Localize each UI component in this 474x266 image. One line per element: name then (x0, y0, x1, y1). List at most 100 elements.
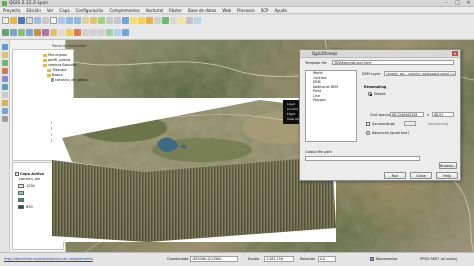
zoom-next-icon[interactable] (114, 17, 121, 24)
add-postgis-icon[interactable] (18, 29, 25, 36)
pan-map-icon[interactable] (50, 17, 57, 24)
delete-feature-icon[interactable] (74, 29, 81, 36)
print-composer-icon[interactable] (34, 17, 41, 24)
add-raster-icon-side[interactable] (2, 52, 8, 58)
add-mssql-icon[interactable] (2, 68, 8, 74)
identify-icon[interactable] (130, 17, 137, 24)
copy-icon[interactable] (90, 29, 97, 36)
zoom-last-icon[interactable] (106, 17, 113, 24)
template-select[interactable]: 3DViewer(dat-gui).html (332, 60, 454, 65)
add-csv-icon[interactable] (2, 60, 8, 66)
zoom-out-icon[interactable] (74, 17, 81, 24)
menu-proyecto[interactable]: Proyecto (0, 7, 23, 13)
label-icon[interactable] (106, 29, 113, 36)
settings-page-list[interactable]: World Controls DEM Additional DEM Point … (305, 70, 357, 142)
python-console-icon[interactable] (114, 29, 121, 36)
legend-swatch (18, 191, 24, 195)
render-checkbox[interactable] (370, 257, 374, 261)
add-delimited-icon[interactable] (2, 100, 8, 106)
add-spatialite-icon[interactable] (26, 29, 33, 36)
close-button[interactable]: Close (410, 172, 432, 179)
legend-entry (18, 197, 26, 203)
rotation-field[interactable]: 0.0 (318, 256, 336, 262)
menu-web[interactable]: Web (219, 7, 234, 13)
group-checkbox[interactable] (15, 172, 19, 176)
scale-field[interactable]: 1:265,156 (264, 256, 294, 262)
menu-vectorial[interactable]: Vectorial (143, 7, 166, 13)
add-layer-icon[interactable] (2, 44, 8, 50)
menu-procesos[interactable]: Procesos (234, 7, 258, 13)
paste-icon[interactable] (98, 29, 105, 36)
edit-toggle-icon[interactable] (58, 29, 65, 36)
zoom-layer-icon[interactable] (90, 17, 97, 24)
open-project-icon[interactable] (10, 17, 17, 24)
page-polygon[interactable]: Polygon (306, 98, 356, 103)
grid-spacing-y-input[interactable]: 68.03 (432, 112, 454, 117)
composer-manager-icon[interactable] (42, 17, 49, 24)
add-raster-icon[interactable] (10, 29, 17, 36)
menu-edicion[interactable]: Edición (23, 7, 43, 13)
menu-configuracion[interactable]: Configuración (73, 7, 107, 13)
folder-icon (43, 58, 47, 62)
add-feature-icon[interactable] (66, 29, 73, 36)
legend-swatch (18, 205, 24, 209)
menu-base-de-datos[interactable]: Base de datos (185, 7, 219, 13)
close-window-button[interactable]: ✕ (463, 0, 474, 7)
add-wfs-icon[interactable] (42, 29, 49, 36)
zoom-full-icon[interactable] (82, 17, 89, 24)
zoom-in-icon[interactable] (66, 17, 73, 24)
layer-item[interactable]: canelcn_we (19, 177, 40, 182)
grid-spacing-x-input[interactable]: 68.2246465326 (390, 112, 424, 117)
menu-complementos[interactable]: Complementos (106, 7, 142, 13)
simple-radio[interactable] (368, 92, 372, 96)
dem-layer-select[interactable]: canelcn_ws... canelcn_workspace-canel.1.… (384, 71, 456, 76)
surroundings-checkbox[interactable] (366, 122, 370, 126)
surroundings-size-input[interactable] (404, 121, 416, 126)
attribute-table-icon[interactable] (154, 17, 161, 24)
menu-capa[interactable]: Capa (56, 7, 72, 13)
new-project-icon[interactable] (2, 17, 9, 24)
bookmark-icon[interactable] (186, 17, 193, 24)
browse-button[interactable]: Browse... (439, 162, 457, 169)
qgis2threejs-icon[interactable] (122, 29, 129, 36)
help-button[interactable]: Help (436, 172, 458, 179)
select-features-icon[interactable] (138, 17, 145, 24)
save-project-icon[interactable] (18, 17, 25, 24)
plugin-update-link[interactable]: http://descrinter.ea/actualizacion-de-co… (4, 257, 93, 261)
advanced-radio[interactable] (366, 131, 370, 135)
add-virtual-icon[interactable] (2, 108, 8, 114)
menu-bar: Proyecto Edición Ver Capa Configuración … (0, 7, 474, 14)
run-button[interactable]: Run (384, 172, 406, 179)
legend-entry (18, 190, 26, 196)
maximize-button[interactable]: □ (452, 0, 463, 7)
menu-raster[interactable]: Ráster (166, 7, 185, 13)
qgis-app-icon (2, 1, 7, 6)
add-wms-icon[interactable] (34, 29, 41, 36)
save-as-icon[interactable] (26, 17, 33, 24)
text-annotation-icon[interactable] (194, 17, 201, 24)
add-gpx-icon[interactable] (2, 116, 8, 122)
add-db2-icon[interactable] (2, 84, 8, 90)
deselect-icon[interactable] (146, 17, 153, 24)
field-calculator-icon[interactable] (162, 17, 169, 24)
refresh-icon[interactable] (122, 17, 129, 24)
map-tips-icon[interactable] (178, 17, 185, 24)
menu-ver[interactable]: Ver (44, 7, 57, 13)
crs-status[interactable]: EPSG:3857 (al vuelo) (420, 257, 457, 261)
zoom-selection-icon[interactable] (98, 17, 105, 24)
minimize-button[interactable]: – (441, 0, 452, 7)
dialog-close-icon[interactable]: ✕ (452, 51, 458, 56)
new-shapefile-icon[interactable] (50, 29, 57, 36)
add-wcs-icon[interactable] (2, 92, 8, 98)
pan-to-selection-icon[interactable] (58, 17, 65, 24)
cut-icon[interactable] (82, 29, 89, 36)
legend-entry: 630 (18, 204, 33, 210)
add-vector-icon[interactable] (2, 29, 9, 36)
tree-item[interactable]: corsario_de_datos (51, 78, 87, 83)
add-oracle-icon[interactable] (2, 76, 8, 82)
menu-scp[interactable]: SCP (258, 7, 272, 13)
menu-ayuda[interactable]: Ayuda (271, 7, 289, 13)
output-file-input[interactable] (305, 156, 420, 161)
coordinate-field[interactable]: -693086,4213560 (190, 256, 238, 262)
measure-icon[interactable] (170, 17, 177, 24)
